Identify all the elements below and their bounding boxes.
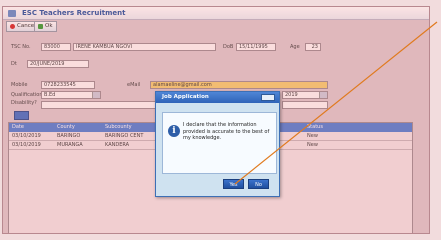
no-button[interactable]: No xyxy=(248,179,269,189)
dialog-message: I declare that the information provided … xyxy=(183,122,270,141)
dialog-body: i I declare that the information provide… xyxy=(162,112,277,174)
yes-button[interactable]: Yes xyxy=(223,179,244,189)
job-application-dialog: Job Application i I declare that the inf… xyxy=(155,91,280,197)
dialog-close-button[interactable] xyxy=(261,94,275,101)
info-icon: i xyxy=(168,125,180,137)
dialog-title: Job Application xyxy=(162,94,209,100)
